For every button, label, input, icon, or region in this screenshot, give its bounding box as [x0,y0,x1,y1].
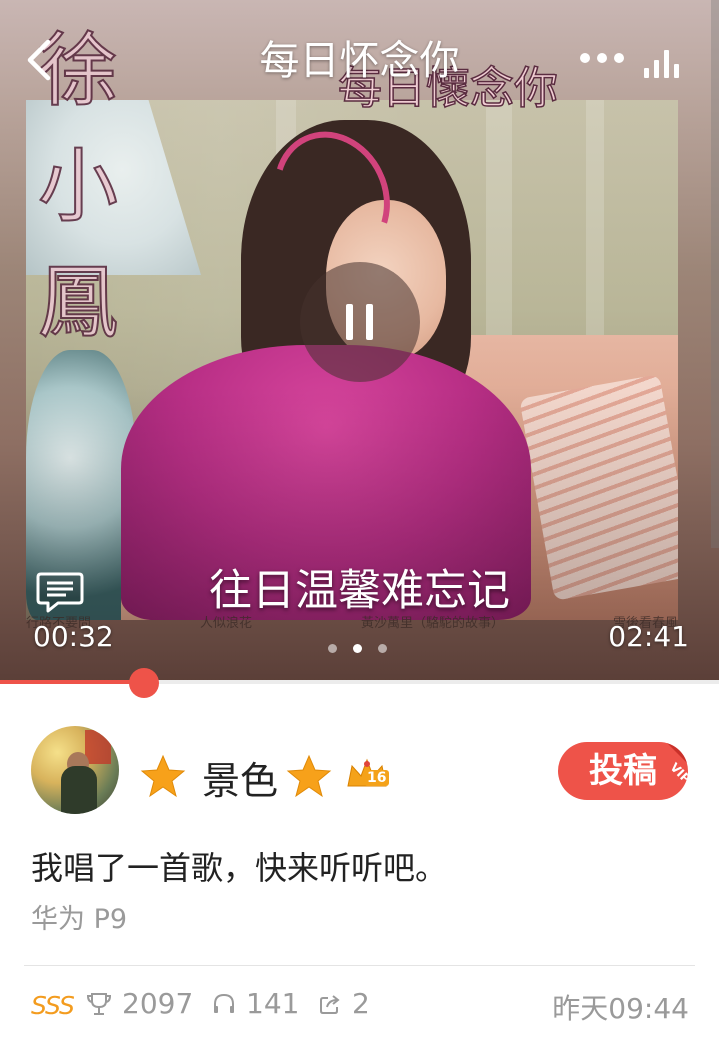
rank-badge: SSS [31,991,75,1020]
profile-row: 景色 16 投稿 VIP [0,720,719,820]
device-name: 华为 P9 [31,904,128,935]
top-bar: 每日怀念你 [0,0,719,115]
progress-knob[interactable] [128,668,159,698]
pause-icon-bar [366,304,373,340]
listen-stat: 141 [212,987,299,1020]
star-icon [140,754,186,798]
current-time: 00:32 [33,620,114,653]
page-dot-active[interactable] [353,644,362,653]
progress-bar[interactable] [0,668,719,698]
trophy-stat: 2097 [86,987,193,1020]
submit-button[interactable]: 投稿 VIP [558,742,688,800]
listen-count: 141 [246,987,300,1020]
progress-fill [0,680,144,684]
more-icon [580,53,590,63]
stats-icon-bar [654,60,659,78]
comment-icon [36,572,84,613]
share-stat: 2 [318,987,370,1020]
pause-button[interactable] [300,262,420,382]
vip-ribbon: VIP [652,742,688,786]
submit-label: 投稿 [589,751,657,791]
avatar[interactable] [31,726,119,814]
trophy-count: 2097 [122,987,194,1020]
page-dot[interactable] [378,644,387,653]
trophy-icon [86,992,112,1015]
headphones-icon [214,993,234,1013]
post-date: 昨天09:44 [552,992,689,1025]
level-badge: 16 [364,770,390,786]
page-dot[interactable] [328,644,337,653]
scroll-indicator [711,0,719,548]
total-time: 02:41 [608,620,689,653]
comment-button[interactable] [36,570,84,614]
share-icon [320,994,340,1014]
more-icon-dot [597,53,607,63]
footer-stats: SSS 2097 141 2 昨天09:44 [0,985,719,1035]
stats-icon-bar [664,50,669,78]
more-button[interactable] [580,48,632,68]
post-description: 我唱了一首歌，快来听听吧。 [31,849,448,887]
star-icon [286,754,332,798]
lyric-line: 往日温馨难忘记 [209,566,510,616]
share-count: 2 [352,987,370,1020]
stats-icon [644,68,649,78]
stats-icon-bar [674,64,679,78]
player-area: 行路不要問 人似浪花 黃沙萬里（駱駝的故事） 雪後看春風 徐小鳳 每日懷念你 每… [0,0,719,682]
page-indicator [328,644,387,653]
more-icon-dot [614,53,624,63]
pause-icon [346,304,353,340]
stats-button[interactable] [644,42,690,78]
divider [24,965,695,966]
username[interactable]: 景色 [202,750,278,805]
